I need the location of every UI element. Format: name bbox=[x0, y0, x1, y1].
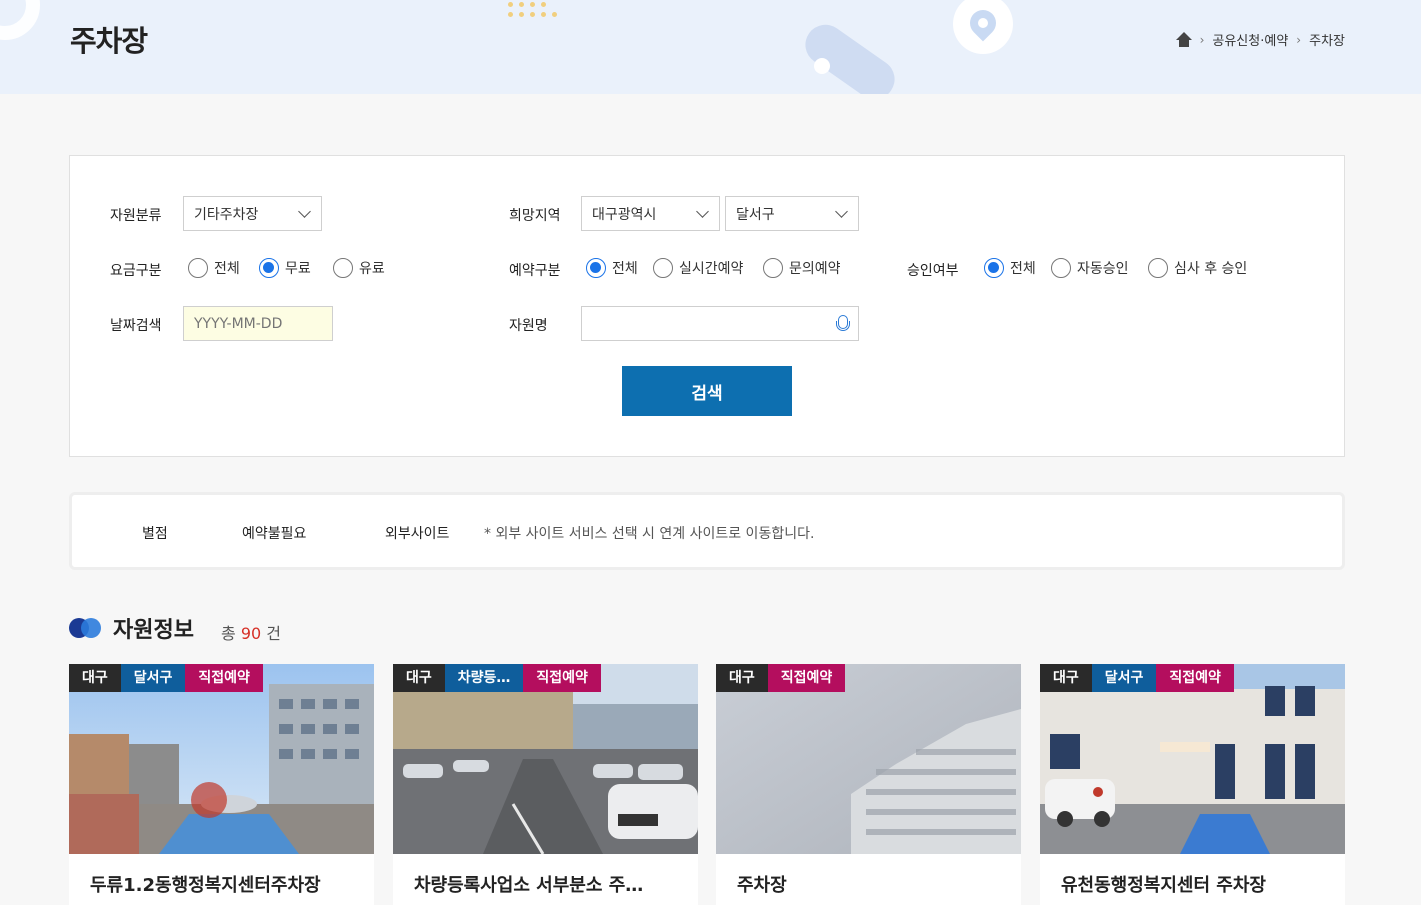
city-select[interactable]: 대구광역시 bbox=[581, 196, 720, 231]
radio-button[interactable] bbox=[1051, 258, 1071, 278]
fee-radio-all[interactable]: 전체 bbox=[188, 258, 240, 278]
radio-button[interactable] bbox=[763, 258, 783, 278]
radio-button[interactable] bbox=[333, 258, 353, 278]
card-image[interactable] bbox=[1040, 664, 1345, 854]
card-title[interactable]: 차량등록사업소 서부분소 주… bbox=[414, 871, 643, 897]
radio-button[interactable] bbox=[653, 258, 673, 278]
resource-name-input[interactable] bbox=[581, 306, 859, 341]
count-suffix: 건 bbox=[266, 624, 282, 643]
legend-external-site: 외부사이트 bbox=[385, 526, 450, 542]
card-tags: 대구 달서구 직접예약 bbox=[1040, 664, 1234, 692]
name-label: 자원명 bbox=[509, 318, 548, 334]
radio-button-selected[interactable] bbox=[586, 258, 606, 278]
card-image[interactable] bbox=[393, 664, 698, 854]
fee-option-label: 전체 bbox=[214, 261, 240, 277]
approval-label: 승인여부 bbox=[907, 263, 959, 279]
reservation-radio-realtime[interactable]: 실시간예약 bbox=[653, 258, 743, 278]
card-tags: 대구 직접예약 bbox=[716, 664, 846, 692]
city-value: 대구광역시 bbox=[592, 206, 657, 223]
legend-note: * 외부 사이트 서비스 선택 시 연계 사이트로 이동합니다. bbox=[484, 526, 815, 542]
reservation-option-label: 실시간예약 bbox=[679, 261, 744, 277]
approval-option-label: 심사 후 승인 bbox=[1174, 261, 1248, 277]
resource-type-select[interactable]: 기타주차장 bbox=[183, 196, 322, 231]
tag-region: 대구 bbox=[716, 664, 768, 692]
search-button[interactable]: 검색 bbox=[622, 366, 792, 416]
date-input[interactable] bbox=[183, 306, 333, 341]
reservation-option-label: 문의예약 bbox=[789, 261, 841, 277]
card-title[interactable]: 두류1.2동행정복지센터주차장 bbox=[90, 871, 321, 897]
count-prefix: 총 bbox=[221, 624, 236, 643]
results-count: 총 90 건 bbox=[221, 620, 281, 644]
card-title[interactable]: 주차장 bbox=[737, 871, 787, 897]
tag-district: 달서구 bbox=[120, 664, 186, 692]
page-header: 주차장 › 공유신청·예약 › 주차장 bbox=[0, 0, 1421, 94]
approval-radio-auto[interactable]: 자동승인 bbox=[1051, 258, 1129, 278]
decorative-dots bbox=[508, 0, 558, 20]
tag-region: 대구 bbox=[1040, 664, 1092, 692]
reservation-radio-inquiry[interactable]: 문의예약 bbox=[763, 258, 841, 278]
tag-direct-reservation: 직접예약 bbox=[1156, 664, 1234, 692]
radio-button[interactable] bbox=[1148, 258, 1168, 278]
microphone-icon[interactable] bbox=[836, 315, 850, 333]
resource-card[interactable]: 대구 직접예약 주차장 bbox=[716, 664, 1021, 905]
tag-direct-reservation: 직접예약 bbox=[767, 664, 846, 692]
approval-option-label: 자동승인 bbox=[1077, 261, 1129, 277]
fee-label: 요금구분 bbox=[110, 263, 162, 279]
chevron-down-icon bbox=[298, 205, 311, 218]
legend-rating: 별점 bbox=[142, 526, 168, 542]
decorative-bar bbox=[797, 16, 903, 94]
fee-radio-free[interactable]: 무료 bbox=[259, 258, 311, 278]
radio-button-selected[interactable] bbox=[984, 258, 1004, 278]
tag-district: 차량등… bbox=[444, 664, 524, 692]
card-image[interactable] bbox=[69, 664, 374, 854]
fee-radio-paid[interactable]: 유료 bbox=[333, 258, 385, 278]
reservation-label: 예약구분 bbox=[509, 263, 561, 279]
results-title: 자원정보 bbox=[113, 618, 194, 643]
search-panel: 자원분류 기타주차장 희망지역 대구광역시 달서구 요금구분 전체 무료 유료 … bbox=[69, 155, 1345, 457]
chevron-right-icon: › bbox=[1199, 32, 1205, 47]
home-icon[interactable] bbox=[1175, 31, 1192, 48]
chevron-right-icon: › bbox=[1296, 32, 1302, 47]
card-tags: 대구 차량등… 직접예약 bbox=[393, 664, 601, 692]
district-value: 달서구 bbox=[736, 206, 775, 223]
resource-type-label: 자원분류 bbox=[110, 208, 162, 224]
legend-no-reservation: 예약불필요 bbox=[242, 526, 307, 542]
tag-district: 달서구 bbox=[1091, 664, 1157, 692]
region-label: 희망지역 bbox=[509, 208, 561, 224]
card-title[interactable]: 유천동행정복지센터 주차장 bbox=[1061, 871, 1266, 897]
reservation-option-label: 전체 bbox=[612, 261, 638, 277]
approval-option-label: 전체 bbox=[1010, 261, 1036, 277]
fee-option-label: 유료 bbox=[359, 261, 385, 277]
breadcrumb: › 공유신청·예약 › 주차장 bbox=[1175, 30, 1345, 49]
resource-card[interactable]: 대구 차량등… 직접예약 차량등록사업소 서부분소 주… bbox=[393, 664, 698, 905]
approval-radio-all[interactable]: 전체 bbox=[984, 258, 1036, 278]
date-label: 날짜검색 bbox=[110, 318, 162, 334]
district-select[interactable]: 달서구 bbox=[725, 196, 859, 231]
chevron-down-icon bbox=[835, 205, 848, 218]
page-title: 주차장 bbox=[70, 24, 148, 58]
decorative-circle bbox=[0, 0, 40, 40]
breadcrumb-item-parking[interactable]: 주차장 bbox=[1309, 30, 1345, 49]
decorative-dot bbox=[814, 58, 830, 74]
radio-button[interactable] bbox=[188, 258, 208, 278]
card-image[interactable] bbox=[716, 664, 1021, 854]
resource-type-value: 기타주차장 bbox=[194, 206, 259, 223]
tag-direct-reservation: 직접예약 bbox=[185, 664, 263, 692]
tag-region: 대구 bbox=[69, 664, 121, 692]
chevron-down-icon bbox=[696, 205, 709, 218]
legend-box: 별점 예약불필요 외부사이트 * 외부 사이트 서비스 선택 시 연계 사이트로… bbox=[69, 492, 1345, 570]
reservation-radio-all[interactable]: 전체 bbox=[586, 258, 638, 278]
fee-option-label: 무료 bbox=[285, 261, 311, 277]
breadcrumb-item-share[interactable]: 공유신청·예약 bbox=[1212, 30, 1288, 49]
section-icon bbox=[69, 618, 103, 638]
approval-radio-review[interactable]: 심사 후 승인 bbox=[1148, 258, 1247, 278]
radio-button-selected[interactable] bbox=[259, 258, 279, 278]
card-tags: 대구 달서구 직접예약 bbox=[69, 664, 263, 692]
resource-card[interactable]: 대구 달서구 직접예약 유천동행정복지센터 주차장 bbox=[1040, 664, 1345, 905]
tag-direct-reservation: 직접예약 bbox=[523, 664, 601, 692]
tag-region: 대구 bbox=[393, 664, 445, 692]
resource-card[interactable]: 대구 달서구 직접예약 두류1.2동행정복지센터주차장 bbox=[69, 664, 374, 905]
count-number: 90 bbox=[240, 624, 262, 643]
